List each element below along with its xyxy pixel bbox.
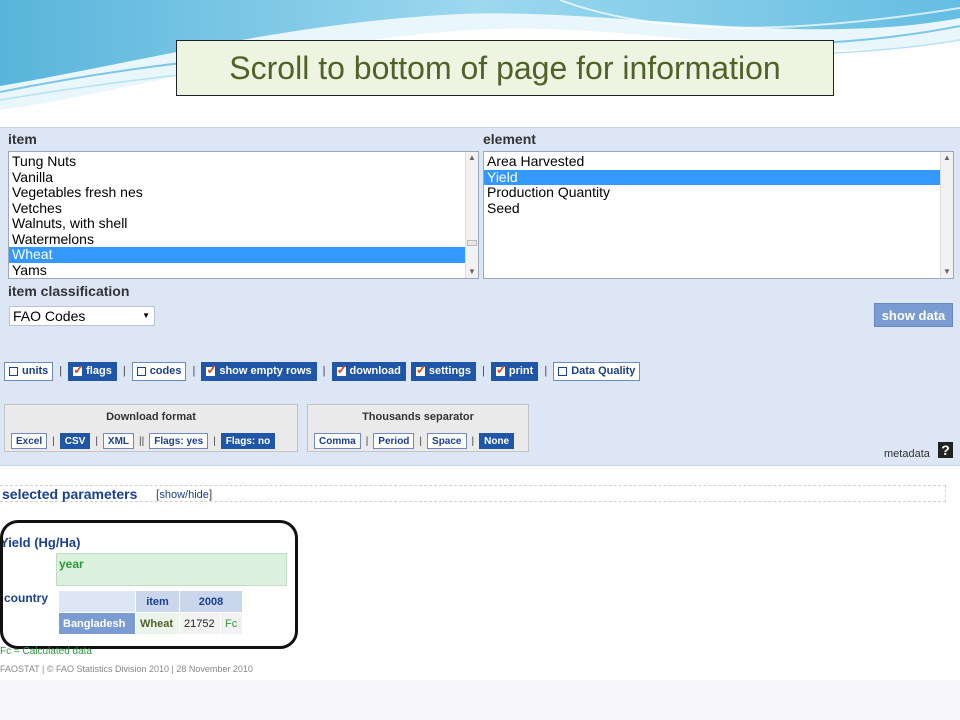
checkbox-icon bbox=[9, 366, 18, 376]
checkbox-checked-icon bbox=[336, 362, 347, 378]
flag-legend: Fc = Calculated data bbox=[0, 646, 92, 657]
item-listbox[interactable]: Tung Nuts Vanilla Vegetables fresh nes V… bbox=[8, 151, 479, 279]
separator-period-button[interactable]: Period bbox=[373, 433, 415, 449]
info-banner: Scroll to bottom of page for information bbox=[176, 40, 834, 96]
settings-toggle[interactable]: settings bbox=[410, 361, 477, 381]
display-options: units | flags | codes | show empty rows … bbox=[4, 361, 641, 381]
print-toggle[interactable]: print bbox=[490, 361, 539, 381]
scroll-down-icon[interactable]: ▼ bbox=[941, 266, 953, 278]
checkbox-checked-icon bbox=[415, 362, 427, 378]
element-option[interactable]: Seed bbox=[484, 200, 953, 217]
data-quality-toggle[interactable]: Data Quality bbox=[553, 361, 641, 381]
item-option[interactable]: Vegetables fresh nes bbox=[9, 184, 478, 201]
item-scrollbar[interactable]: ▲ ▼ bbox=[465, 152, 478, 278]
scroll-up-icon[interactable]: ▲ bbox=[466, 152, 478, 164]
scroll-thumb[interactable] bbox=[467, 240, 477, 246]
checkbox-checked-icon bbox=[495, 362, 507, 378]
show-hide-link[interactable]: show/hide bbox=[159, 489, 209, 501]
selected-parameters-title: selected parameters bbox=[2, 486, 138, 502]
format-excel-button[interactable]: Excel bbox=[11, 433, 48, 449]
checkbox-checked-icon bbox=[73, 362, 84, 378]
flags-toggle[interactable]: flags bbox=[68, 361, 117, 381]
element-list-label: element bbox=[483, 131, 536, 147]
item-option[interactable]: Walnuts, with shell bbox=[9, 215, 478, 232]
classification-value: FAO Codes bbox=[13, 308, 86, 324]
item-option[interactable]: Vanilla bbox=[9, 169, 478, 186]
flags-yes-button[interactable]: Flags: yes bbox=[149, 433, 209, 449]
thousands-separator-box: Thousands separator Comma | Period | Spa… bbox=[307, 404, 529, 452]
footer-text: FAOSTAT | © FAO Statistics Division 2010… bbox=[0, 664, 253, 674]
download-format-box: Download format Excel | CSV | XML || Fla… bbox=[4, 404, 298, 452]
element-option[interactable]: Area Harvested bbox=[484, 153, 953, 170]
element-option[interactable]: Production Quantity bbox=[484, 184, 953, 201]
separator-comma-button[interactable]: Comma bbox=[314, 433, 361, 449]
separator-space-button[interactable]: Space bbox=[427, 433, 467, 449]
metadata-link[interactable]: metadata bbox=[884, 448, 930, 460]
help-icon[interactable]: ? bbox=[938, 442, 953, 458]
item-list-label: item bbox=[8, 131, 37, 147]
show-data-button[interactable]: show data bbox=[874, 303, 953, 327]
scroll-down-icon[interactable]: ▼ bbox=[466, 266, 478, 278]
thousands-separator-title: Thousands separator bbox=[362, 411, 474, 423]
item-option[interactable]: Vetches bbox=[9, 200, 478, 217]
classification-select[interactable]: FAO Codes ▼ bbox=[9, 306, 155, 326]
highlight-outline bbox=[0, 520, 298, 649]
units-toggle[interactable]: units bbox=[4, 361, 54, 381]
format-csv-button[interactable]: CSV bbox=[59, 433, 91, 449]
item-option[interactable]: Tung Nuts bbox=[9, 153, 478, 170]
download-toggle[interactable]: download bbox=[331, 361, 406, 381]
element-listbox[interactable]: Area Harvested Yield Production Quantity… bbox=[483, 151, 954, 279]
query-panel: item element Tung Nuts Vanilla Vegetable… bbox=[0, 127, 960, 466]
item-option[interactable]: Yams bbox=[9, 262, 478, 279]
checkbox-icon bbox=[136, 366, 146, 376]
codes-toggle[interactable]: codes bbox=[131, 361, 187, 381]
item-option-selected[interactable]: Wheat bbox=[9, 246, 478, 263]
checkbox-checked-icon bbox=[206, 362, 217, 378]
flags-no-button[interactable]: Flags: no bbox=[220, 433, 276, 449]
item-option[interactable]: Watermelons bbox=[9, 231, 478, 248]
chevron-down-icon: ▼ bbox=[142, 311, 150, 320]
slide: Scroll to bottom of page for information… bbox=[0, 0, 960, 720]
footer-band bbox=[0, 680, 960, 720]
classification-label: item classification bbox=[8, 283, 130, 299]
checkbox-icon bbox=[558, 366, 568, 376]
separator-none-button[interactable]: None bbox=[479, 433, 515, 449]
element-option-selected[interactable]: Yield bbox=[484, 169, 953, 185]
element-scrollbar[interactable]: ▲ ▼ bbox=[940, 152, 953, 278]
download-format-title: Download format bbox=[106, 411, 196, 423]
show-empty-rows-toggle[interactable]: show empty rows bbox=[201, 361, 317, 381]
selected-parameters-bar: selected parameters [show/hide] bbox=[0, 485, 946, 502]
format-xml-button[interactable]: XML bbox=[102, 433, 135, 449]
scroll-up-icon[interactable]: ▲ bbox=[941, 152, 953, 164]
